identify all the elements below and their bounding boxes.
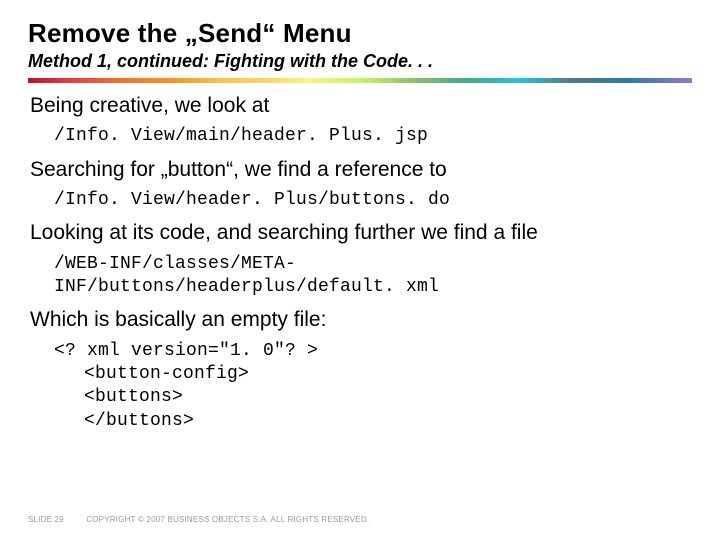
slide-subtitle: Method 1, continued: Fighting with the C… [28, 51, 692, 72]
code-line: <? xml version="1. 0"? > [54, 340, 692, 363]
slide-body: Being creative, we look at /Info. View/m… [28, 93, 692, 433]
paragraph: Which is basically an empty file: [30, 307, 692, 333]
slide-title: Remove the „Send“ Menu [28, 18, 692, 49]
code-line: <button-config> [54, 363, 692, 386]
code-line: </buttons> [54, 410, 692, 433]
code-line: INF/buttons/headerplus/default. xml [54, 276, 692, 299]
code-line: /Info. View/header. Plus/buttons. do [54, 189, 692, 212]
paragraph: Searching for „button“, we find a refere… [30, 157, 692, 183]
code-path: /Info. View/main/header. Plus. jsp [30, 125, 692, 148]
divider-rainbow [28, 78, 692, 83]
footer: SLIDE 29 COPYRIGHT © 2007 BUSINESS OBJEC… [28, 515, 369, 524]
code-block: <? xml version="1. 0"? > <button-config>… [30, 340, 692, 434]
code-line: /Info. View/main/header. Plus. jsp [54, 125, 692, 148]
paragraph: Looking at its code, and searching furth… [30, 220, 692, 246]
code-line: /WEB-INF/classes/META- [54, 253, 692, 276]
paragraph: Being creative, we look at [30, 93, 692, 119]
code-line: <buttons> [54, 386, 692, 409]
code-path: /Info. View/header. Plus/buttons. do [30, 189, 692, 212]
copyright: COPYRIGHT © 2007 BUSINESS OBJECTS S.A. A… [86, 515, 369, 524]
slide: Remove the „Send“ Menu Method 1, continu… [0, 0, 720, 540]
slide-number: SLIDE 29 [28, 515, 64, 524]
code-path: /WEB-INF/classes/META- INF/buttons/heade… [30, 253, 692, 300]
